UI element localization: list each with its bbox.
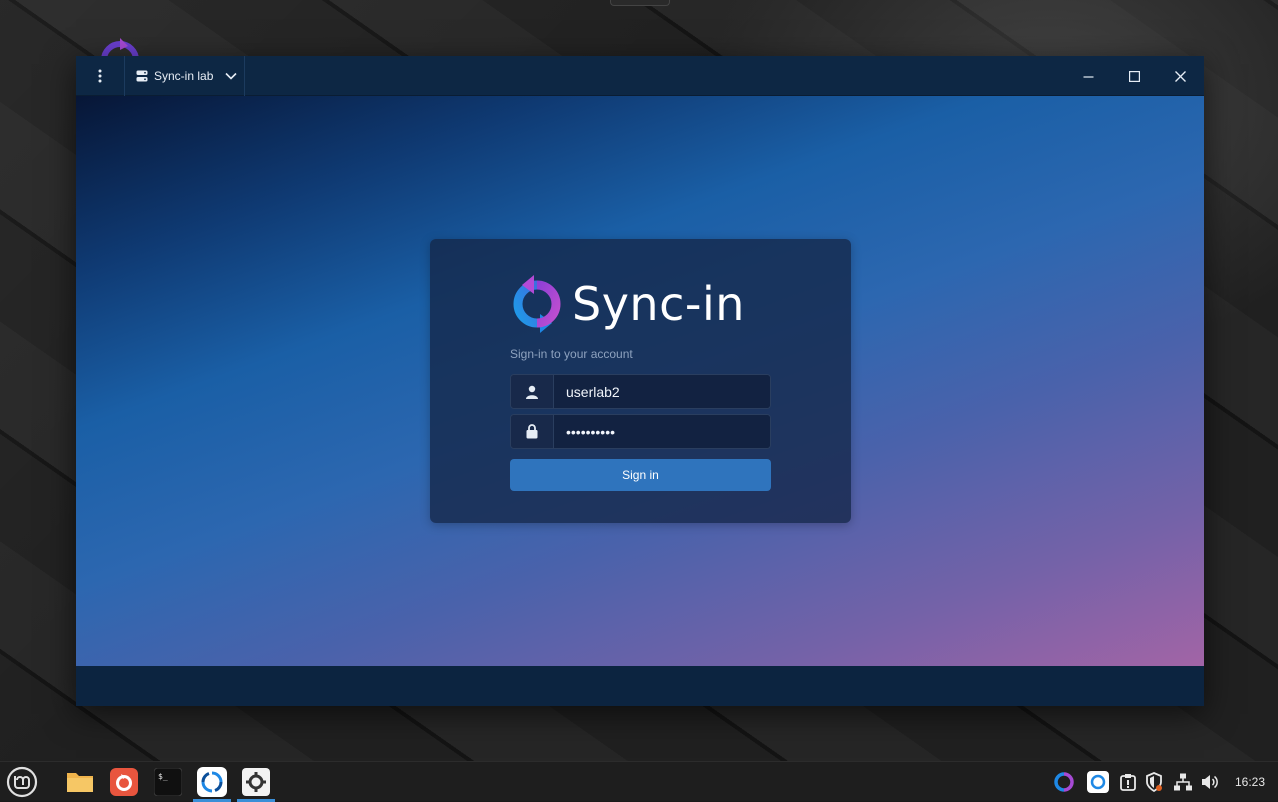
password-field (510, 414, 771, 449)
chevron-down-icon (225, 72, 237, 80)
kebab-menu-icon (98, 69, 102, 83)
brand-name: Sync-in (572, 277, 745, 331)
shield-icon (1146, 772, 1162, 792)
login-subtitle: Sign-in to your account (510, 347, 633, 361)
username-field (510, 374, 771, 409)
maximize-button[interactable] (1111, 56, 1157, 96)
sync-in-tray-icon (1054, 772, 1074, 792)
minimize-icon (1083, 75, 1093, 78)
maximize-icon (1128, 70, 1140, 82)
tray-network[interactable] (1171, 770, 1195, 794)
volume-icon (1202, 775, 1218, 789)
close-button[interactable] (1157, 56, 1203, 96)
login-page: Sync-in Sign-in to your account userlab2… (76, 96, 1204, 666)
clock[interactable]: 16:23 (1228, 762, 1272, 802)
window-footer (76, 666, 1204, 706)
login-card: Sync-in Sign-in to your account userlab2… (430, 239, 851, 523)
firefox-icon (110, 768, 138, 796)
server-icon (136, 70, 148, 82)
taskbar-terminal[interactable]: $_ (149, 762, 187, 802)
username-input[interactable] (554, 375, 770, 408)
taskbar-browser[interactable] (105, 762, 143, 802)
svg-text:$_: $_ (158, 772, 168, 781)
taskbar-files[interactable] (61, 762, 99, 802)
lock-icon (511, 415, 554, 448)
clipboard-alert-icon (1120, 774, 1136, 791)
app-window: Sync-in lab Sync-in Sign-in to your acco… (76, 56, 1204, 706)
tray-update-manager[interactable] (1116, 770, 1140, 794)
folder-icon (67, 773, 93, 792)
desktop-panel-handle (610, 0, 670, 6)
title-bar: Sync-in lab (76, 56, 1204, 96)
user-icon (511, 375, 554, 408)
tray-volume[interactable] (1198, 770, 1222, 794)
tray-sync-in-client[interactable] (1052, 770, 1076, 794)
linux-mint-menu-icon (6, 766, 38, 798)
terminal-icon: $_ (154, 768, 182, 796)
taskbar: $_ 16:23 (0, 761, 1278, 802)
sync-in-logo-icon (513, 275, 561, 333)
minimize-button[interactable] (1065, 56, 1111, 96)
close-icon (1174, 70, 1186, 82)
sign-in-button[interactable]: Sign in (510, 459, 771, 491)
start-menu-button[interactable] (3, 762, 41, 802)
taskbar-settings[interactable] (237, 762, 275, 802)
server-selector[interactable]: Sync-in lab (126, 56, 245, 96)
tray-sync-app[interactable] (1086, 770, 1110, 794)
network-icon (1174, 773, 1192, 791)
password-input[interactable] (554, 415, 770, 448)
brand-logo: Sync-in (510, 271, 750, 337)
app-menu-button[interactable] (76, 56, 125, 96)
server-name: Sync-in lab (154, 69, 214, 83)
tray-security[interactable] (1142, 770, 1166, 794)
sync-app-icon (1087, 771, 1109, 793)
taskbar-sync-in[interactable] (193, 762, 231, 802)
gear-icon (242, 768, 270, 796)
sync-in-icon (197, 767, 227, 797)
